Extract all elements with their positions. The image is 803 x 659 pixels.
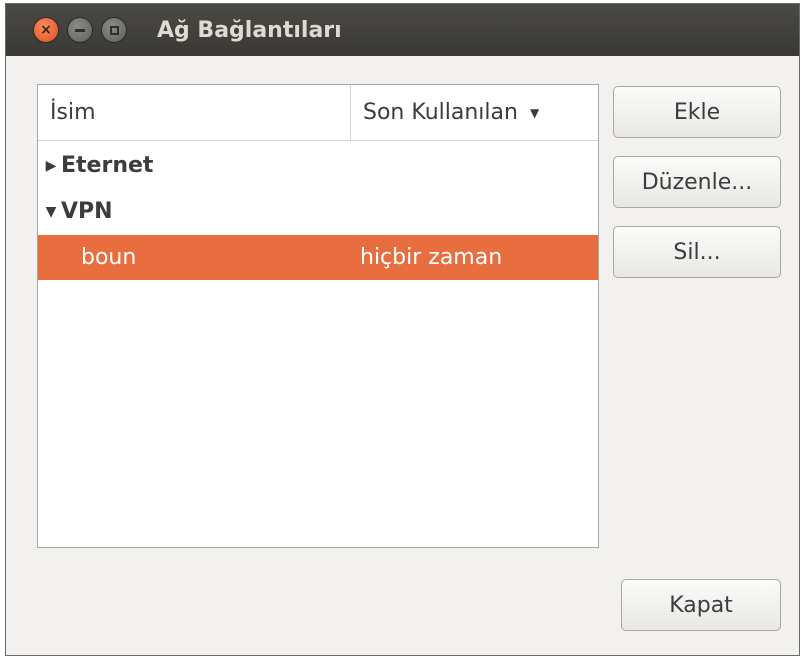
group-label-vpn: VPN — [61, 199, 113, 224]
maximize-window-icon[interactable] — [101, 17, 127, 43]
add-button-label: Ekle — [673, 99, 721, 125]
expander-expanded-icon[interactable]: ▼ — [41, 204, 61, 220]
maximize-glyph — [109, 25, 119, 35]
add-button[interactable]: Ekle — [613, 86, 781, 138]
minimize-glyph — [75, 28, 85, 32]
network-connections-window: × Ağ Bağlantıları İsim Son Kullanılan ▼ … — [5, 3, 800, 656]
delete-button[interactable]: Sil... — [613, 226, 781, 278]
close-glyph: × — [40, 22, 52, 38]
close-window-icon[interactable]: × — [33, 17, 59, 43]
connections-list[interactable]: İsim Son Kullanılan ▼ ▶ Eternet ▼ VPN bo… — [37, 84, 599, 548]
delete-button-label: Sil... — [673, 239, 721, 265]
list-header: İsim Son Kullanılan ▼ — [38, 85, 598, 141]
connection-row-boun[interactable]: boun hiçbir zaman — [38, 235, 598, 280]
close-button-label: Kapat — [669, 592, 733, 618]
expander-collapsed-icon[interactable]: ▶ — [41, 158, 61, 174]
group-label-ethernet: Eternet — [61, 153, 154, 178]
connection-last-used: hiçbir zaman — [360, 245, 503, 270]
column-header-name-label: İsim — [50, 100, 96, 125]
group-row-vpn[interactable]: ▼ VPN — [38, 189, 598, 234]
minimize-window-icon[interactable] — [67, 17, 93, 43]
column-header-last-used[interactable]: Son Kullanılan ▼ — [351, 85, 598, 140]
edit-button[interactable]: Düzenle... — [613, 156, 781, 208]
sort-descending-icon: ▼ — [529, 105, 540, 120]
column-header-last-used-label: Son Kullanılan — [363, 100, 518, 125]
close-button[interactable]: Kapat — [621, 579, 781, 631]
edit-button-label: Düzenle... — [641, 169, 753, 195]
title-bar: × Ağ Bağlantıları — [6, 4, 799, 56]
column-header-name[interactable]: İsim — [38, 85, 351, 140]
connection-name: boun — [81, 245, 137, 270]
group-row-ethernet[interactable]: ▶ Eternet — [38, 143, 598, 188]
window-title: Ağ Bağlantıları — [157, 17, 342, 43]
